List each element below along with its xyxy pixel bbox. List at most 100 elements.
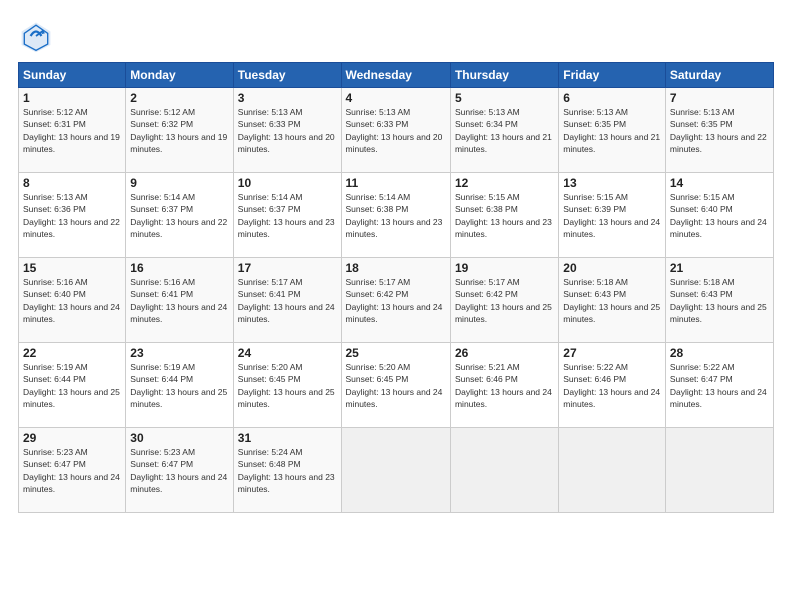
day-number: 4: [346, 91, 446, 105]
day-detail: Sunrise: 5:20 AMSunset: 6:45 PMDaylight:…: [238, 362, 335, 409]
calendar-cell: 24 Sunrise: 5:20 AMSunset: 6:45 PMDaylig…: [233, 343, 341, 428]
calendar-week-row: 29 Sunrise: 5:23 AMSunset: 6:47 PMDaylig…: [19, 428, 774, 513]
day-number: 25: [346, 346, 446, 360]
calendar-week-row: 8 Sunrise: 5:13 AMSunset: 6:36 PMDayligh…: [19, 173, 774, 258]
logo: [18, 18, 58, 54]
calendar-cell: 18 Sunrise: 5:17 AMSunset: 6:42 PMDaylig…: [341, 258, 450, 343]
calendar-cell: 21 Sunrise: 5:18 AMSunset: 6:43 PMDaylig…: [665, 258, 773, 343]
day-detail: Sunrise: 5:22 AMSunset: 6:46 PMDaylight:…: [563, 362, 660, 409]
calendar-week-row: 1 Sunrise: 5:12 AMSunset: 6:31 PMDayligh…: [19, 88, 774, 173]
calendar-week-row: 15 Sunrise: 5:16 AMSunset: 6:40 PMDaylig…: [19, 258, 774, 343]
day-number: 13: [563, 176, 661, 190]
day-detail: Sunrise: 5:13 AMSunset: 6:33 PMDaylight:…: [238, 107, 335, 154]
day-detail: Sunrise: 5:13 AMSunset: 6:35 PMDaylight:…: [563, 107, 660, 154]
day-detail: Sunrise: 5:14 AMSunset: 6:37 PMDaylight:…: [238, 192, 335, 239]
day-detail: Sunrise: 5:20 AMSunset: 6:45 PMDaylight:…: [346, 362, 443, 409]
day-detail: Sunrise: 5:18 AMSunset: 6:43 PMDaylight:…: [670, 277, 767, 324]
calendar-cell: 19 Sunrise: 5:17 AMSunset: 6:42 PMDaylig…: [450, 258, 558, 343]
day-detail: Sunrise: 5:19 AMSunset: 6:44 PMDaylight:…: [23, 362, 120, 409]
calendar-cell: 29 Sunrise: 5:23 AMSunset: 6:47 PMDaylig…: [19, 428, 126, 513]
day-number: 6: [563, 91, 661, 105]
calendar-cell: 11 Sunrise: 5:14 AMSunset: 6:38 PMDaylig…: [341, 173, 450, 258]
day-detail: Sunrise: 5:17 AMSunset: 6:41 PMDaylight:…: [238, 277, 335, 324]
day-number: 15: [23, 261, 121, 275]
col-header-wednesday: Wednesday: [341, 63, 450, 88]
calendar-cell: 10 Sunrise: 5:14 AMSunset: 6:37 PMDaylig…: [233, 173, 341, 258]
calendar-cell: 7 Sunrise: 5:13 AMSunset: 6:35 PMDayligh…: [665, 88, 773, 173]
day-number: 5: [455, 91, 554, 105]
day-number: 12: [455, 176, 554, 190]
day-number: 16: [130, 261, 228, 275]
logo-icon: [18, 18, 54, 54]
day-number: 26: [455, 346, 554, 360]
calendar-cell: 28 Sunrise: 5:22 AMSunset: 6:47 PMDaylig…: [665, 343, 773, 428]
calendar-cell: 8 Sunrise: 5:13 AMSunset: 6:36 PMDayligh…: [19, 173, 126, 258]
day-detail: Sunrise: 5:12 AMSunset: 6:32 PMDaylight:…: [130, 107, 227, 154]
day-number: 10: [238, 176, 337, 190]
day-number: 3: [238, 91, 337, 105]
calendar-cell: [341, 428, 450, 513]
calendar-cell: 17 Sunrise: 5:17 AMSunset: 6:41 PMDaylig…: [233, 258, 341, 343]
day-number: 11: [346, 176, 446, 190]
day-number: 29: [23, 431, 121, 445]
day-number: 23: [130, 346, 228, 360]
day-detail: Sunrise: 5:17 AMSunset: 6:42 PMDaylight:…: [346, 277, 443, 324]
col-header-saturday: Saturday: [665, 63, 773, 88]
day-number: 27: [563, 346, 661, 360]
calendar-cell: 9 Sunrise: 5:14 AMSunset: 6:37 PMDayligh…: [126, 173, 233, 258]
day-number: 17: [238, 261, 337, 275]
calendar-cell: 6 Sunrise: 5:13 AMSunset: 6:35 PMDayligh…: [559, 88, 666, 173]
col-header-friday: Friday: [559, 63, 666, 88]
day-number: 19: [455, 261, 554, 275]
calendar-cell: 27 Sunrise: 5:22 AMSunset: 6:46 PMDaylig…: [559, 343, 666, 428]
day-detail: Sunrise: 5:22 AMSunset: 6:47 PMDaylight:…: [670, 362, 767, 409]
day-detail: Sunrise: 5:13 AMSunset: 6:35 PMDaylight:…: [670, 107, 767, 154]
day-detail: Sunrise: 5:16 AMSunset: 6:40 PMDaylight:…: [23, 277, 120, 324]
day-number: 28: [670, 346, 769, 360]
calendar-cell: 16 Sunrise: 5:16 AMSunset: 6:41 PMDaylig…: [126, 258, 233, 343]
calendar-table: SundayMondayTuesdayWednesdayThursdayFrid…: [18, 62, 774, 513]
day-detail: Sunrise: 5:23 AMSunset: 6:47 PMDaylight:…: [23, 447, 120, 494]
col-header-tuesday: Tuesday: [233, 63, 341, 88]
day-number: 14: [670, 176, 769, 190]
calendar-cell: [450, 428, 558, 513]
calendar-cell: 26 Sunrise: 5:21 AMSunset: 6:46 PMDaylig…: [450, 343, 558, 428]
calendar-cell: [559, 428, 666, 513]
day-number: 1: [23, 91, 121, 105]
day-number: 2: [130, 91, 228, 105]
day-number: 8: [23, 176, 121, 190]
day-detail: Sunrise: 5:23 AMSunset: 6:47 PMDaylight:…: [130, 447, 227, 494]
day-number: 21: [670, 261, 769, 275]
day-detail: Sunrise: 5:18 AMSunset: 6:43 PMDaylight:…: [563, 277, 660, 324]
calendar-cell: 31 Sunrise: 5:24 AMSunset: 6:48 PMDaylig…: [233, 428, 341, 513]
day-detail: Sunrise: 5:15 AMSunset: 6:40 PMDaylight:…: [670, 192, 767, 239]
col-header-thursday: Thursday: [450, 63, 558, 88]
day-detail: Sunrise: 5:19 AMSunset: 6:44 PMDaylight:…: [130, 362, 227, 409]
calendar-cell: [665, 428, 773, 513]
calendar-cell: 5 Sunrise: 5:13 AMSunset: 6:34 PMDayligh…: [450, 88, 558, 173]
day-number: 22: [23, 346, 121, 360]
calendar-cell: 4 Sunrise: 5:13 AMSunset: 6:33 PMDayligh…: [341, 88, 450, 173]
day-number: 18: [346, 261, 446, 275]
day-number: 20: [563, 261, 661, 275]
day-detail: Sunrise: 5:24 AMSunset: 6:48 PMDaylight:…: [238, 447, 335, 494]
col-header-sunday: Sunday: [19, 63, 126, 88]
calendar-cell: 25 Sunrise: 5:20 AMSunset: 6:45 PMDaylig…: [341, 343, 450, 428]
calendar-cell: 3 Sunrise: 5:13 AMSunset: 6:33 PMDayligh…: [233, 88, 341, 173]
calendar-week-row: 22 Sunrise: 5:19 AMSunset: 6:44 PMDaylig…: [19, 343, 774, 428]
calendar-cell: 14 Sunrise: 5:15 AMSunset: 6:40 PMDaylig…: [665, 173, 773, 258]
calendar-cell: 22 Sunrise: 5:19 AMSunset: 6:44 PMDaylig…: [19, 343, 126, 428]
calendar-cell: 15 Sunrise: 5:16 AMSunset: 6:40 PMDaylig…: [19, 258, 126, 343]
calendar-cell: 20 Sunrise: 5:18 AMSunset: 6:43 PMDaylig…: [559, 258, 666, 343]
calendar-cell: 12 Sunrise: 5:15 AMSunset: 6:38 PMDaylig…: [450, 173, 558, 258]
day-detail: Sunrise: 5:16 AMSunset: 6:41 PMDaylight:…: [130, 277, 227, 324]
day-detail: Sunrise: 5:14 AMSunset: 6:37 PMDaylight:…: [130, 192, 227, 239]
day-number: 30: [130, 431, 228, 445]
calendar-cell: 23 Sunrise: 5:19 AMSunset: 6:44 PMDaylig…: [126, 343, 233, 428]
day-detail: Sunrise: 5:12 AMSunset: 6:31 PMDaylight:…: [23, 107, 120, 154]
calendar-cell: 1 Sunrise: 5:12 AMSunset: 6:31 PMDayligh…: [19, 88, 126, 173]
page-header: [18, 18, 774, 54]
day-detail: Sunrise: 5:13 AMSunset: 6:33 PMDaylight:…: [346, 107, 443, 154]
calendar-header-row: SundayMondayTuesdayWednesdayThursdayFrid…: [19, 63, 774, 88]
calendar-cell: 30 Sunrise: 5:23 AMSunset: 6:47 PMDaylig…: [126, 428, 233, 513]
